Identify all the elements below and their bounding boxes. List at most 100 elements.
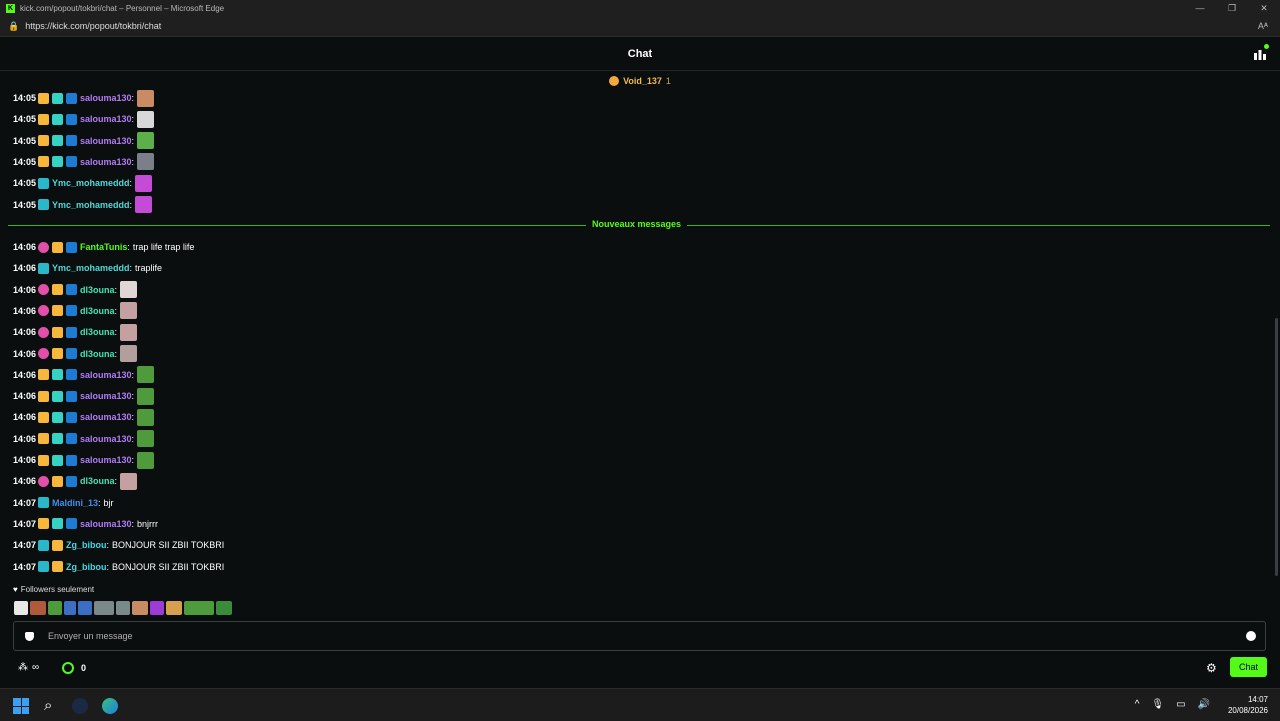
crown-badge-icon[interactable]: [52, 539, 63, 551]
emote-icon[interactable]: [135, 174, 153, 192]
chat-message[interactable]: 14:06 salouma130:: [13, 408, 155, 426]
lock-icon[interactable]: 🔒: [8, 21, 19, 32]
gifter-badge-icon[interactable]: [38, 475, 49, 487]
recent-emote-icon[interactable]: [216, 601, 232, 615]
chat-message[interactable]: 14:05 Ymc_mohameddd:: [13, 174, 153, 192]
microphone-icon[interactable]: 🎙: [1151, 699, 1164, 710]
message-username[interactable]: FantaTunis: [80, 242, 127, 252]
message-username[interactable]: salouma130: [80, 136, 132, 146]
emote-icon[interactable]: [137, 408, 155, 426]
verified-badge-icon[interactable]: [66, 518, 77, 530]
minimize-icon[interactable]: —: [1184, 0, 1216, 16]
verified-badge-icon[interactable]: [66, 113, 77, 125]
crown-badge-icon[interactable]: [38, 518, 49, 530]
emote-icon[interactable]: [137, 132, 155, 150]
chat-message[interactable]: 14:06 dl3ouna:: [13, 323, 138, 341]
crown-badge-icon[interactable]: [52, 284, 63, 296]
chat-message[interactable]: 14:05 salouma130:: [13, 132, 155, 150]
emote-icon[interactable]: [120, 472, 138, 490]
volume-icon[interactable]: 🔊: [1198, 699, 1210, 710]
subscriber-badge-icon[interactable]: [38, 177, 49, 189]
emote-icon[interactable]: [137, 451, 155, 469]
recent-emote-icon[interactable]: [116, 601, 130, 615]
crown-badge-icon[interactable]: [38, 92, 49, 104]
message-username[interactable]: Zg_bibou: [66, 562, 107, 572]
recent-emote-icon[interactable]: [78, 601, 92, 615]
gifter-badge-icon[interactable]: [38, 326, 49, 338]
search-icon[interactable]: ⌕: [44, 697, 52, 714]
recent-emote-icon[interactable]: [184, 601, 214, 615]
message-username[interactable]: Zg_bibou: [66, 540, 107, 550]
crown-badge-icon[interactable]: [52, 561, 63, 572]
gifter-badge-icon[interactable]: [38, 348, 49, 359]
verified-badge-icon[interactable]: [66, 156, 77, 168]
chat-message[interactable]: 14:06 FantaTunis: trap life trap life: [13, 238, 194, 256]
message-username[interactable]: salouma130: [80, 114, 132, 124]
subscriber-badge-icon[interactable]: [38, 497, 49, 509]
message-username[interactable]: Ymc_mohameddd: [52, 200, 130, 210]
viewer-settings[interactable]: ⁂ ∞: [18, 662, 39, 673]
emote-icon[interactable]: [137, 153, 155, 171]
message-username[interactable]: salouma130: [80, 434, 132, 444]
og-badge-icon[interactable]: [52, 411, 63, 423]
verified-badge-icon[interactable]: [66, 454, 77, 466]
recent-emote-icon[interactable]: [14, 601, 28, 615]
chat-message[interactable]: 14:07 Zg_bibou: BONJOUR SII ZBII TOKBRI: [13, 536, 224, 554]
url-text[interactable]: https://kick.com/popout/tokbri/chat: [25, 21, 161, 31]
recent-emote-icon[interactable]: [48, 601, 62, 615]
display-icon[interactable]: ▭: [1176, 699, 1185, 710]
steam-icon[interactable]: [72, 698, 88, 714]
chat-message[interactable]: 14:07 Maldini_13: bjr: [13, 494, 114, 512]
og-badge-icon[interactable]: [52, 390, 63, 402]
emote-icon[interactable]: [120, 302, 138, 320]
recent-emote-icon[interactable]: [64, 601, 76, 615]
message-username[interactable]: dl3ouna: [80, 327, 115, 337]
chat-message[interactable]: 14:07 Zg_bibou: BONJOUR SII ZBII TOKBRI: [13, 558, 224, 576]
verified-badge-icon[interactable]: [66, 305, 77, 317]
og-badge-icon[interactable]: [52, 135, 63, 147]
chat-message[interactable]: 14:07 salouma130: bnjrrr: [13, 515, 158, 533]
message-username[interactable]: Ymc_mohameddd: [52, 178, 130, 188]
subscriber-badge-icon[interactable]: [38, 561, 49, 572]
crown-badge-icon[interactable]: [38, 369, 49, 381]
chat-scrollbar[interactable]: [1275, 318, 1278, 576]
verified-badge-icon[interactable]: [66, 369, 77, 381]
chat-messages[interactable]: Nouveaux messages 14:05 salouma130: 14:05 s…: [0, 89, 1274, 581]
system-clock[interactable]: 14:07 20/08/2026: [1228, 694, 1268, 716]
recent-emote-icon[interactable]: [166, 601, 182, 615]
gifter-badge-icon[interactable]: [38, 284, 49, 296]
chat-message[interactable]: 14:06 dl3ouna:: [13, 302, 138, 320]
emote-icon[interactable]: [120, 345, 138, 362]
crown-badge-icon[interactable]: [52, 475, 63, 487]
gifter-badge-icon[interactable]: [38, 305, 49, 317]
verified-badge-icon[interactable]: [66, 475, 77, 487]
restore-icon[interactable]: ❐: [1216, 0, 1248, 16]
og-badge-icon[interactable]: [52, 454, 63, 466]
chat-message[interactable]: 14:05 Ymc_mohameddd:: [13, 196, 153, 214]
message-input[interactable]: [46, 630, 1246, 642]
chat-message[interactable]: 14:05 salouma130:: [13, 110, 155, 128]
crown-badge-icon[interactable]: [38, 411, 49, 423]
og-badge-icon[interactable]: [52, 433, 63, 445]
chat-message[interactable]: 14:05 salouma130:: [13, 89, 155, 107]
verified-badge-icon[interactable]: [66, 241, 77, 253]
message-username[interactable]: Maldini_13: [52, 498, 98, 508]
chevron-up-icon[interactable]: ^: [1135, 699, 1140, 710]
emote-icon[interactable]: [137, 387, 155, 405]
emote-icon[interactable]: [137, 366, 155, 384]
crown-badge-icon[interactable]: [52, 326, 63, 338]
message-username[interactable]: salouma130: [80, 455, 132, 465]
chat-message[interactable]: 14:06 salouma130:: [13, 366, 155, 384]
pinned-gifter[interactable]: Void_137 1: [0, 71, 1280, 91]
crown-badge-icon[interactable]: [38, 390, 49, 402]
og-badge-icon[interactable]: [52, 156, 63, 168]
emote-icon[interactable]: [137, 110, 155, 128]
crown-badge-icon[interactable]: [38, 454, 49, 466]
read-aloud-icon[interactable]: Aᴬ: [1258, 21, 1268, 31]
crown-badge-icon[interactable]: [38, 135, 49, 147]
og-badge-icon[interactable]: [52, 518, 63, 530]
verified-badge-icon[interactable]: [66, 135, 77, 147]
verified-badge-icon[interactable]: [66, 284, 77, 296]
emote-icon[interactable]: [135, 196, 153, 213]
crown-badge-icon[interactable]: [52, 305, 63, 317]
